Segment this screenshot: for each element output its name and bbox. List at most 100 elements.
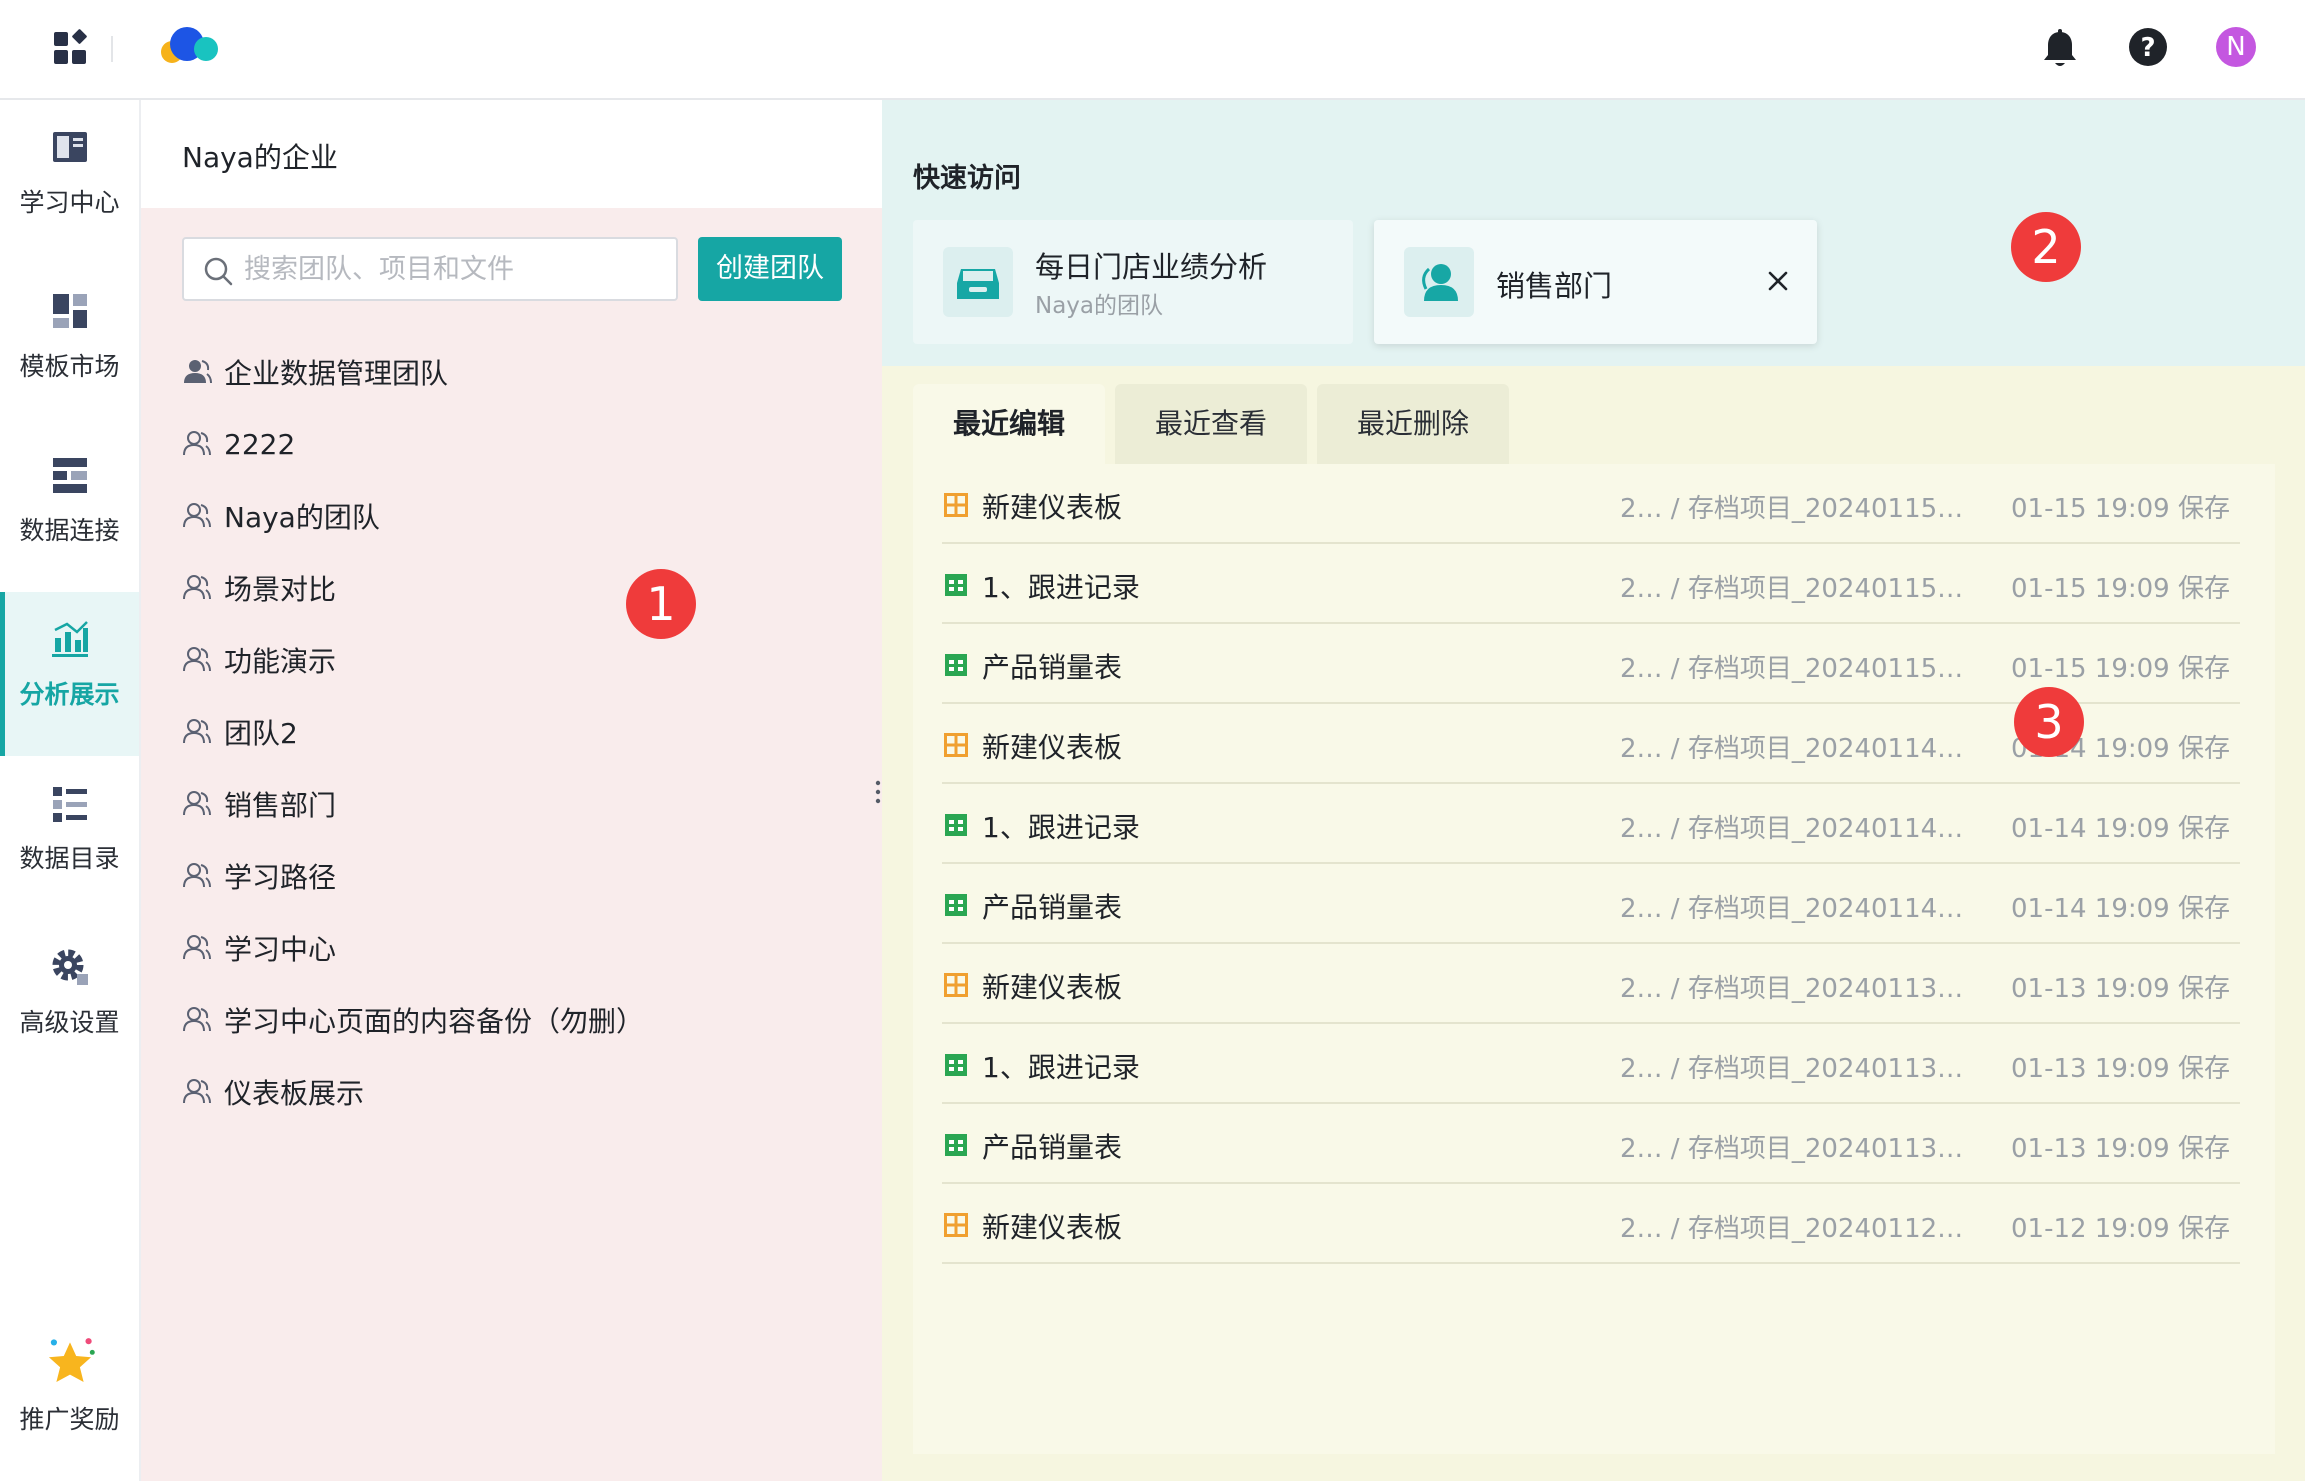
close-icon[interactable] — [1761, 264, 1795, 298]
recent-file-list: 新建仪表板 2… / 存档项目_20240115… 01-15 19:09 保存… — [913, 464, 2275, 1454]
sheet-icon — [945, 814, 967, 836]
team-item-label: 企业数据管理团队 — [224, 357, 449, 390]
team-item-label: Naya的团队 — [224, 501, 380, 534]
team-item-label: 场景对比 — [224, 573, 337, 606]
file-path: 2… / 存档项目_20240115… — [1620, 574, 1964, 604]
file-row[interactable]: 1、跟进记录 2… / 存档项目_20240115… 01-15 19:09 保… — [942, 544, 2240, 624]
team-item-label: 销售部门 — [224, 789, 337, 822]
team-item[interactable]: 仪表板展示 — [182, 1056, 842, 1128]
search-input[interactable] — [244, 247, 664, 291]
tab-recent-viewed[interactable]: 最近查看 — [1115, 384, 1307, 464]
catalog-icon — [53, 787, 87, 822]
team-item-label: 学习中心 — [224, 933, 337, 966]
team-item-enterprise-data[interactable]: 企业数据管理团队 — [182, 336, 842, 408]
team-item-label: 功能演示 — [224, 645, 337, 678]
team-item[interactable]: 学习中心 — [182, 912, 842, 984]
bell-icon[interactable] — [2040, 28, 2080, 70]
file-row[interactable]: 1、跟进记录 2… / 存档项目_20240113… 01-13 19:09 保… — [942, 1024, 2240, 1104]
svg-text:?: ? — [2140, 33, 2155, 63]
team-item[interactable]: 2222 — [182, 408, 842, 480]
file-saved-time: 01-13 19:09 保存 — [2010, 1054, 2230, 1084]
file-name: 新建仪表板 — [982, 1211, 1123, 1244]
file-row[interactable]: 产品销量表 2… / 存档项目_20240113… 01-13 19:09 保存 — [942, 1104, 2240, 1184]
team-item[interactable]: Naya的团队 — [182, 480, 842, 552]
team-item-label: 学习中心页面的内容备份（勿删） — [224, 1005, 645, 1038]
file-row[interactable]: 新建仪表板 2… / 存档项目_20240112… 01-12 19:09 保存 — [942, 1184, 2240, 1264]
dashboard-icon — [944, 493, 968, 517]
sheet-icon — [945, 894, 967, 916]
rail-item-template-market[interactable]: 模板市场 — [0, 264, 139, 428]
quick-card-name: 销售部门 — [1496, 269, 1613, 303]
quick-access-card-team[interactable]: 销售部门 — [1374, 220, 1817, 344]
file-name: 新建仪表板 — [982, 971, 1123, 1004]
file-row[interactable]: 新建仪表板 2… / 存档项目_20240115… 01-15 19:09 保存 — [942, 464, 2240, 544]
avatar[interactable]: N — [2216, 27, 2256, 67]
file-saved-time: 01-15 19:09 保存 — [2010, 494, 2230, 524]
file-path: 2… / 存档项目_20240113… — [1620, 1134, 1964, 1164]
rail-item-label: 数据连接 — [19, 516, 120, 545]
team-icon — [183, 503, 211, 528]
file-name: 1、跟进记录 — [982, 811, 1140, 844]
rail-item-data-catalog[interactable]: 数据目录 — [0, 756, 139, 920]
rail-item-promotion-reward[interactable]: 推广奖励 — [0, 1317, 139, 1481]
tab-recent-edited[interactable]: 最近编辑 — [913, 384, 1105, 464]
annotation-badge-3: 3 — [2014, 687, 2084, 757]
team-icon — [183, 647, 211, 672]
gear-icon — [52, 949, 88, 985]
rail-item-data-connect[interactable]: 数据连接 — [0, 428, 139, 592]
analysis-icon — [52, 621, 88, 657]
sheet-icon — [945, 654, 967, 676]
star-reward-icon — [48, 1338, 95, 1383]
rail-item-learning-center[interactable]: 学习中心 — [0, 100, 139, 264]
rail-item-advanced-settings[interactable]: 高级设置 — [0, 920, 139, 1084]
sheet-icon — [945, 1134, 967, 1156]
file-path: 2… / 存档项目_20240114… — [1620, 734, 1964, 764]
data-connect-icon — [53, 458, 87, 493]
tab-recent-deleted[interactable]: 最近删除 — [1317, 384, 1509, 464]
team-item[interactable]: 场景对比 — [182, 552, 842, 624]
team-item[interactable]: 功能演示 — [182, 624, 842, 696]
team-panel: 创建团队 企业数据管理团队 2222 Naya的团队 场景对比 功能演示 — [141, 208, 882, 1481]
rail-item-label: 学习中心 — [19, 188, 120, 217]
apps-grid-icon[interactable] — [52, 28, 92, 68]
dashboard-icon — [944, 733, 968, 757]
rail-item-analysis[interactable]: 分析展示 — [0, 592, 139, 756]
team-item[interactable]: 学习路径 — [182, 840, 842, 912]
quick-card-name: 每日门店业绩分析 — [1035, 250, 1268, 284]
file-path: 2… / 存档项目_20240115… — [1620, 494, 1964, 524]
search-icon — [204, 257, 233, 286]
file-path: 2… / 存档项目_20240112… — [1620, 1214, 1964, 1244]
quick-access-card-project[interactable]: 每日门店业绩分析 Naya的团队 — [913, 220, 1353, 344]
file-saved-time: 01-15 19:09 保存 — [2010, 574, 2230, 604]
help-icon[interactable]: ? — [2128, 27, 2168, 67]
team-icon — [183, 791, 211, 816]
quick-card-icon-bg — [1404, 247, 1474, 317]
rail-item-label: 推广奖励 — [19, 1405, 120, 1434]
file-path: 2… / 存档项目_20240113… — [1620, 1054, 1964, 1084]
quick-card-icon-bg — [943, 247, 1013, 317]
file-row[interactable]: 产品销量表 2… / 存档项目_20240114… 01-14 19:09 保存 — [942, 864, 2240, 944]
file-saved-time: 01-13 19:09 保存 — [2010, 1134, 2230, 1164]
file-row[interactable]: 1、跟进记录 2… / 存档项目_20240114… 01-14 19:09 保… — [942, 784, 2240, 864]
panel-resize-handle-icon[interactable] — [875, 779, 881, 805]
logo-icon[interactable] — [160, 24, 224, 68]
sheet-icon — [945, 1054, 967, 1076]
file-path: 2… / 存档项目_20240114… — [1620, 894, 1964, 924]
file-row[interactable]: 新建仪表板 2… / 存档项目_20240113… 01-13 19:09 保存 — [942, 944, 2240, 1024]
rail-item-label: 模板市场 — [19, 352, 120, 381]
team-item[interactable]: 团队2 — [182, 696, 842, 768]
file-name: 产品销量表 — [982, 651, 1123, 684]
recent-files-panel: 最近编辑 最近查看 最近删除 新建仪表板 2… / 存档项目_20240115…… — [882, 366, 2305, 1481]
file-name: 产品销量表 — [982, 891, 1123, 924]
team-list: 企业数据管理团队 2222 Naya的团队 场景对比 功能演示 团队2 销售部门 — [182, 336, 842, 1128]
team-item[interactable]: 学习中心页面的内容备份（勿删） — [182, 984, 842, 1056]
book-icon — [53, 132, 87, 162]
team-item[interactable]: 销售部门 — [182, 768, 842, 840]
team-icon — [183, 1007, 211, 1032]
template-icon — [53, 294, 87, 328]
sheet-icon — [945, 574, 967, 596]
file-name: 新建仪表板 — [982, 731, 1123, 764]
team-item-label: 学习路径 — [224, 861, 337, 894]
create-team-button[interactable]: 创建团队 — [698, 237, 842, 301]
enterprise-name[interactable]: Naya的企业 — [182, 136, 338, 176]
